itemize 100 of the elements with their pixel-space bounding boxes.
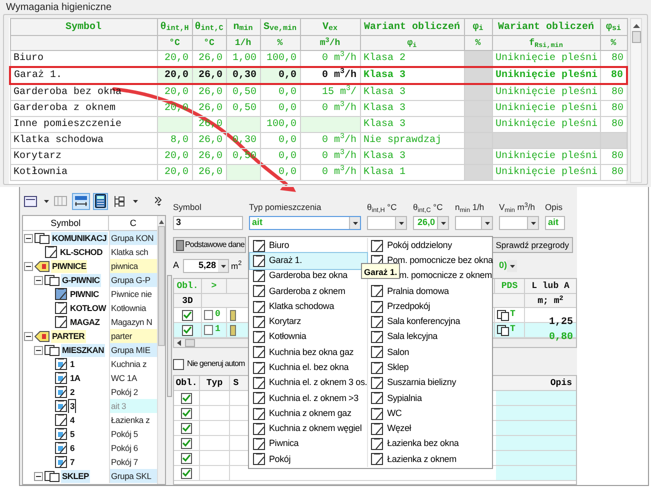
panel-title: Wymagania higieniczne — [5, 2, 112, 14]
tree-cell: WC 1A — [111, 372, 137, 384]
tree-cell: Magazyn N — [111, 316, 152, 328]
checkbox-label: Nie generuj autom — [187, 358, 245, 370]
table-cell-text: 80 — [610, 119, 624, 131]
table-cell-text: 80 — [610, 70, 624, 82]
table-cell-text: Uniknięcie pleśni — [494, 103, 599, 115]
table-cell-text: T — [510, 308, 516, 322]
table-cell-text: 0,0 — [277, 167, 298, 179]
field-label: Typ pomieszczenia — [249, 201, 322, 213]
field-label: θ$_{int,H}$ °C — [367, 201, 397, 213]
field-label: V$_{min}$ m$^{3}$/h — [499, 201, 536, 213]
table-cell-text: 20,0 — [163, 87, 190, 99]
table-cell-text: 0,50 — [231, 103, 258, 115]
table-cell-text: 1,00 — [231, 53, 258, 65]
tree-cell: Grupa MIE — [111, 344, 150, 356]
table-cell-text: Klasa 3 — [362, 151, 407, 163]
table-cell-text: 80 — [610, 167, 624, 179]
table-cell-text: 0 — [215, 308, 220, 322]
area-label: A — [173, 259, 180, 272]
table-cell-text: 100,0 — [265, 119, 298, 131]
tree-cell: Pokój 5 — [111, 428, 138, 440]
table-cell-text: 0 m$^{3}$/h — [320, 70, 358, 82]
tree-cell: Klatka sch — [111, 246, 148, 258]
table-cell-text: Inne pomieszczenie — [12, 119, 123, 131]
table-cell-text: Klasa 3 — [362, 87, 407, 99]
tree-cell: Grupa SKL — [111, 470, 152, 482]
table-cell-text: Klasa 3 — [362, 119, 407, 131]
tree-cell: ait 3 — [111, 400, 126, 412]
unit-label: 3D — [182, 296, 193, 306]
table-cell-text: Uniknięcie pleśni — [494, 87, 599, 99]
table-cell-text: 26,0 — [197, 151, 224, 163]
tree-cell: Grupa G-P — [111, 274, 150, 286]
tree-cell: Grupa KON — [111, 232, 154, 244]
table-cell-text: 0,0 — [277, 135, 298, 147]
table-cell-text: 0 m$^{3}$/h — [320, 103, 358, 115]
table-cell-text: Uniknięcie pleśni — [494, 119, 599, 131]
unit-label: °C — [204, 38, 214, 48]
unit-label: m; m$^{2}$ — [538, 296, 564, 306]
table-cell-text: 0,0 — [277, 103, 298, 115]
table-cell-text: Garderoba z oknem — [12, 103, 117, 115]
table-cell-text: 0,50 — [231, 87, 258, 99]
table-cell-text: 0,30 — [231, 70, 258, 82]
field-label: θ$_{int,C}$ °C — [413, 201, 443, 213]
table-cell: 0,80 — [548, 332, 573, 343]
table-cell-text: 20,0 — [163, 70, 190, 82]
table-cell-text: 1 — [215, 323, 220, 336]
table-cell-text: T — [510, 323, 516, 336]
table-cell-text: 20,0 — [163, 151, 190, 163]
table-cell-text: 15 m$^{3}$/ — [320, 87, 358, 99]
table-cell-text: Klasa 3 — [362, 103, 407, 115]
table-cell-text: 8,0 — [169, 135, 190, 147]
table-cell-text: 26,0 — [197, 135, 224, 147]
table-cell-text: Uniknięcie pleśni — [494, 151, 599, 163]
tree-cell: Kuchnia z — [111, 358, 147, 370]
tree-cell: Łazienka z — [111, 414, 150, 426]
table-cell-text: 100,0 — [265, 53, 298, 65]
table-cell-text: Uniknięcie pleśni — [494, 53, 599, 65]
unit-label: f$_{Rsi,min}$ — [529, 38, 563, 48]
table-cell-text: 26,0 — [197, 103, 224, 115]
table-cell-text: 80 — [610, 87, 624, 99]
table-cell-text: Klasa 2 — [362, 53, 407, 65]
unit-label: m$^{3}$/h — [320, 38, 340, 48]
table-cell-text: 26,0 — [197, 70, 224, 82]
table-cell-text: 20,0 — [163, 167, 190, 179]
table-cell-text: 80 — [610, 103, 624, 115]
tree-cell: Pokój 6 — [111, 442, 138, 454]
table-cell-text: Uniknięcie pleśni — [494, 70, 599, 82]
table-cell-text: Uniknięcie pleśni — [494, 167, 599, 179]
tree-cell: parter — [111, 330, 132, 342]
table-cell-text: Biuro — [12, 53, 45, 65]
field-label: Symbol — [173, 201, 202, 213]
field-label: n$_{min}$ 1/h — [455, 201, 484, 213]
table-cell-text: 0,0 — [277, 87, 298, 99]
table-cell-text: 0 m$^{3}$/h — [320, 135, 358, 147]
tree-cell: Piwnice nie — [111, 288, 152, 300]
table-cell-text: Klasa 1 — [362, 167, 407, 179]
table-cell-text: 0,0 — [277, 151, 298, 163]
table-cell-text: 26,0 — [197, 87, 224, 99]
unit-label: % — [610, 38, 616, 48]
table-cell-text: Korytarz — [12, 151, 63, 163]
tree-cell: Pokój 7 — [111, 456, 138, 468]
table-cell-text: Garaż 1. — [13, 70, 64, 82]
table-cell-text: 80 — [610, 151, 624, 163]
table-cell: 1,25 — [548, 317, 573, 328]
table-cell-text: 0 m$^{3}$/h — [320, 53, 358, 65]
tooltip: Garaż 1. — [361, 263, 400, 279]
table-cell-text: 26,0 — [197, 167, 224, 179]
unit-label: % — [475, 38, 481, 48]
tree-cell: Kotłownia — [111, 302, 146, 314]
table-cell-text: Kotłownia — [12, 167, 69, 179]
unit-label: 1/h — [234, 38, 252, 48]
table-cell-text: Nie sprawdzaj — [362, 135, 443, 147]
table-cell-text: Klatka schodowa — [12, 135, 105, 147]
table-cell-text: 20,0 — [163, 53, 190, 65]
table-cell-text: 80 — [610, 53, 624, 65]
unit-label: m$^{2}$ — [231, 260, 242, 272]
unit-label: °C — [169, 38, 180, 48]
table-cell-text: 0 m$^{3}$/h — [320, 151, 358, 163]
tree-cell: Pokój 2 — [111, 386, 138, 398]
